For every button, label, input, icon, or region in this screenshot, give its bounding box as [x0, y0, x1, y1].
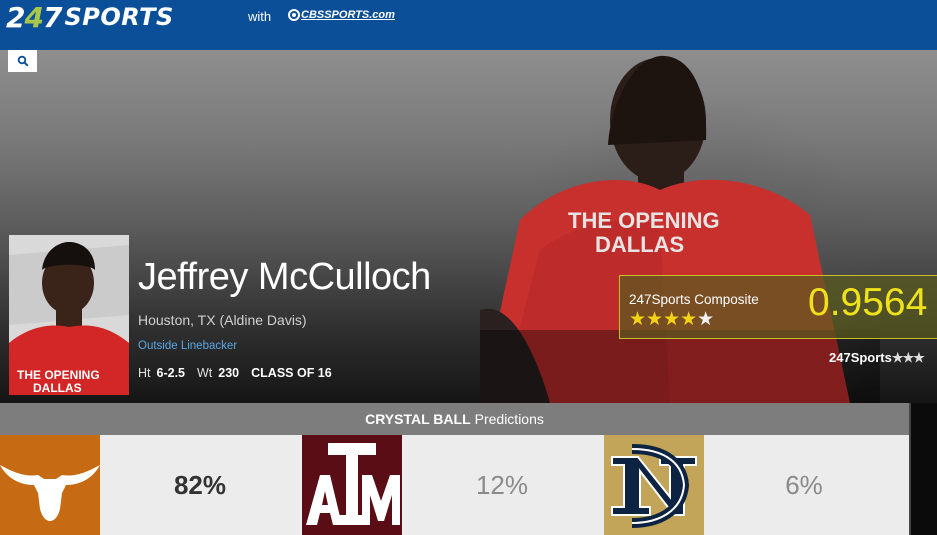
weight-label: Wt [197, 366, 213, 380]
class-year: CLASS OF 16 [251, 366, 332, 380]
crystal-ball-header: CRYSTAL BALL Predictions [0, 403, 909, 435]
texas-prediction-pct: 82% [173, 469, 227, 500]
texas-logo[interactable] [0, 435, 100, 535]
composite-rating-value: 0.9564 [808, 281, 928, 324]
own-rating-stars: ★★★ [891, 350, 925, 365]
svg-text:THE OPENING: THE OPENING [17, 368, 100, 382]
athlete-photo: THE OPENING DALLAS [480, 55, 880, 403]
player-position-link[interactable]: Outside Linebacker [138, 340, 237, 352]
crystal-ball-subtitle: Predictions [474, 411, 544, 427]
player-name: Jeffrey McCulloch [138, 256, 431, 298]
player-profile-page: 247 SPORTS with CBSSPORTS.com THE OPENIN… [0, 0, 937, 535]
player-measurables: Ht 6-2.5 Wt 230 CLASS OF 16 [138, 366, 338, 380]
own-rating[interactable]: 247Sports★★★ [829, 350, 925, 366]
notre-dame-logo[interactable] [604, 435, 704, 535]
texas-am-prediction-pct: 12% [475, 469, 529, 500]
search-icon [17, 55, 29, 67]
nd-monogram-icon [604, 435, 704, 535]
crystal-ball-title: CRYSTAL BALL [365, 411, 471, 427]
crystal-ball-predictions: 82% 12% 6% [0, 435, 909, 535]
svg-text:DALLAS: DALLAS [33, 381, 82, 395]
composite-label: 247Sports Composite [629, 292, 759, 307]
cbs-eye-icon [288, 9, 300, 21]
atm-icon [302, 435, 402, 535]
longhorn-icon [0, 465, 100, 521]
right-edge-panel [909, 403, 937, 535]
with-text: with [248, 9, 272, 24]
composite-stars: ★★★★★ [629, 309, 715, 330]
own-rating-label: 247Sports [829, 350, 892, 365]
player-hometown: Houston, TX (Aldine Davis) [138, 312, 307, 328]
site-logo[interactable]: 247 SPORTS [6, 0, 174, 34]
svg-text:DALLAS: DALLAS [595, 232, 684, 257]
texas-am-logo[interactable] [302, 435, 402, 535]
notre-dame-prediction-pct: 6% [785, 469, 823, 500]
player-headshot: THE OPENING DALLAS [9, 235, 129, 395]
height-label: Ht [138, 366, 151, 380]
weight-value: 230 [218, 366, 240, 380]
player-hero: THE OPENING DALLAS THE OPENING DALLAS Je… [0, 50, 937, 403]
site-header: 247 SPORTS with CBSSPORTS.com [0, 0, 937, 50]
logo-word: SPORTS [64, 3, 174, 31]
height-value: 6-2.5 [156, 366, 186, 380]
cbs-sports-logo[interactable]: CBSSPORTS.com [288, 9, 395, 21]
logo-digits: 247 [6, 0, 62, 34]
search-button[interactable] [8, 50, 37, 72]
svg-text:THE OPENING: THE OPENING [568, 208, 720, 233]
composite-rating-box[interactable]: 247Sports Composite ★★★★★ 0.9564 [619, 275, 937, 339]
